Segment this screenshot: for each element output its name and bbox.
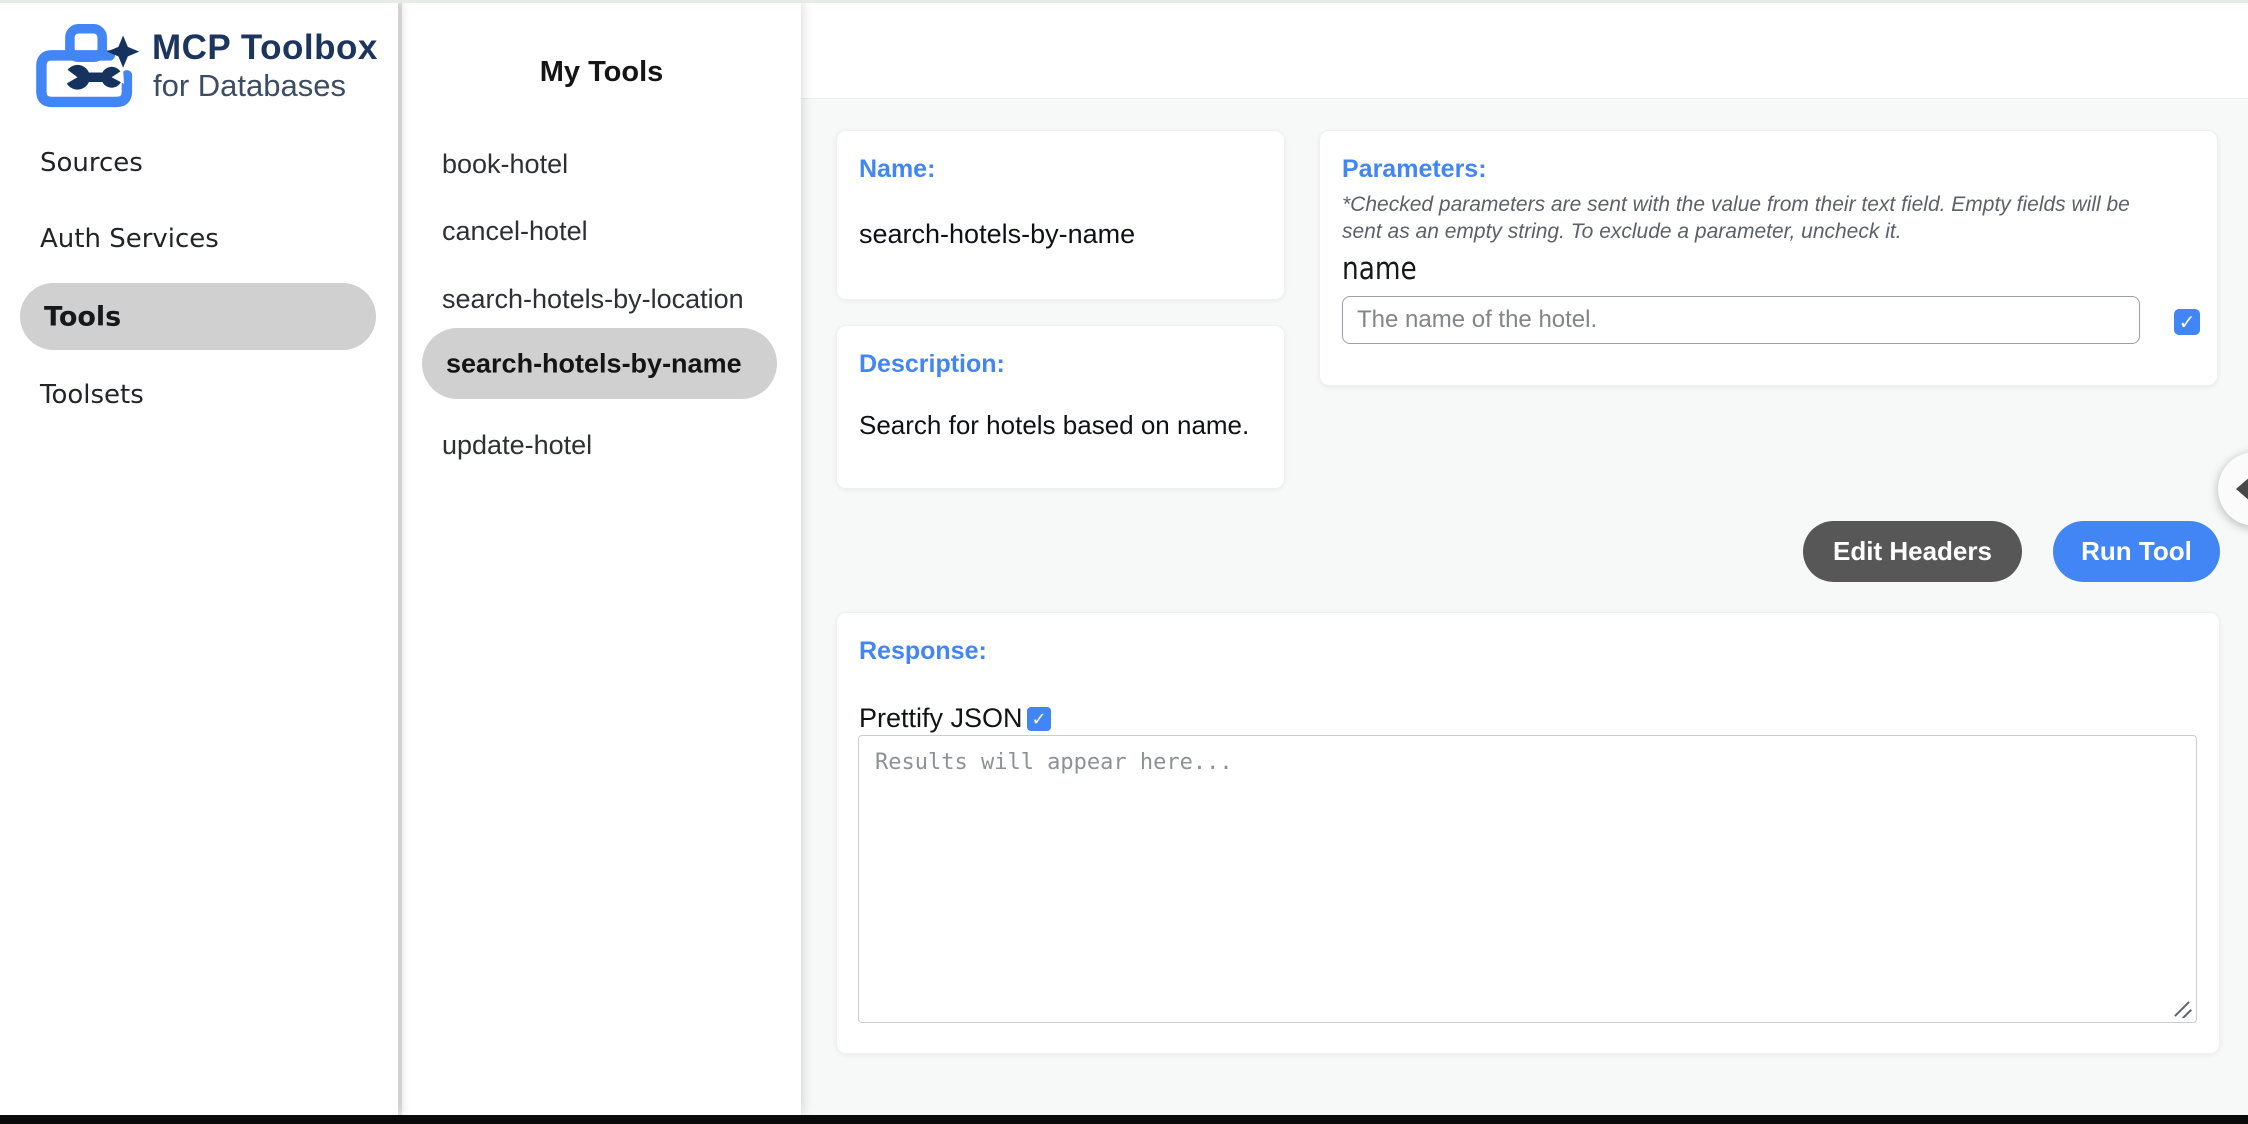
- prettify-json-checkbox[interactable]: [1027, 707, 1051, 731]
- sidebar: MCP Toolbox for Databases Sources Auth S…: [0, 0, 398, 1115]
- parameters-card: Parameters: *Checked parameters are sent…: [1319, 130, 2218, 386]
- response-output-textarea[interactable]: [858, 735, 2197, 1023]
- brand-title: MCP Toolbox: [152, 28, 378, 68]
- drawer-toggle-button[interactable]: [2218, 452, 2248, 526]
- toolbox-wrench-logo-icon: [30, 16, 144, 110]
- parameter-name-label: name: [1342, 251, 1417, 287]
- tool-name-value: search-hotels-by-name: [859, 219, 1135, 250]
- sidebar-item-toolsets[interactable]: Toolsets: [40, 380, 144, 411]
- tool-item-book-hotel[interactable]: book-hotel: [442, 148, 568, 180]
- parameter-name-input[interactable]: [1342, 296, 2140, 344]
- parameters-note: *Checked parameters are sent with the va…: [1342, 191, 2170, 245]
- tool-description-value: Search for hotels based on name.: [859, 410, 1249, 441]
- response-card: Response: Prettify JSON: [836, 612, 2220, 1054]
- edit-headers-button[interactable]: Edit Headers: [1803, 521, 2022, 582]
- tool-item-search-hotels-by-name-selected[interactable]: search-hotels-by-name: [422, 328, 777, 399]
- tools-panel-title: My Tools: [402, 56, 801, 89]
- sparkle-icon: [107, 35, 139, 67]
- selected-tool-label: search-hotels-by-name: [446, 348, 742, 379]
- chevron-left-icon: [2236, 476, 2248, 502]
- name-label: Name:: [859, 155, 935, 184]
- tool-item-search-hotels-by-location[interactable]: search-hotels-by-location: [442, 283, 744, 315]
- tool-description-card: Description: Search for hotels based on …: [836, 325, 1285, 489]
- sidebar-item-tools-selected[interactable]: Tools: [20, 283, 376, 350]
- mcp-toolbox-app: MCP Toolbox for Databases Sources Auth S…: [0, 0, 2248, 1124]
- prettify-json-label: Prettify JSON: [859, 703, 1023, 734]
- tool-name-card: Name: search-hotels-by-name: [836, 130, 1285, 300]
- run-tool-button[interactable]: Run Tool: [2053, 521, 2220, 582]
- parameters-label: Parameters:: [1342, 155, 1487, 184]
- app-logo: MCP Toolbox for Databases: [30, 14, 370, 114]
- top-edge-line: [0, 0, 2248, 3]
- description-label: Description:: [859, 350, 1005, 379]
- response-label: Response:: [859, 637, 987, 666]
- sidebar-item-tools-label: Tools: [44, 301, 121, 332]
- bottom-edge-bar: [0, 1115, 2248, 1124]
- tool-item-update-hotel[interactable]: update-hotel: [442, 429, 592, 461]
- parameter-name-checkbox[interactable]: [2174, 309, 2200, 335]
- sidebar-item-auth-services[interactable]: Auth Services: [40, 224, 219, 255]
- sidebar-item-sources[interactable]: Sources: [40, 148, 143, 179]
- textarea-resize-handle[interactable]: [2174, 1000, 2192, 1018]
- brand-subtitle: for Databases: [153, 68, 346, 104]
- tools-list-panel: My Tools book-hotel cancel-hotel search-…: [402, 0, 801, 1115]
- tool-item-cancel-hotel[interactable]: cancel-hotel: [442, 215, 588, 247]
- main-header-strip: [801, 0, 2248, 99]
